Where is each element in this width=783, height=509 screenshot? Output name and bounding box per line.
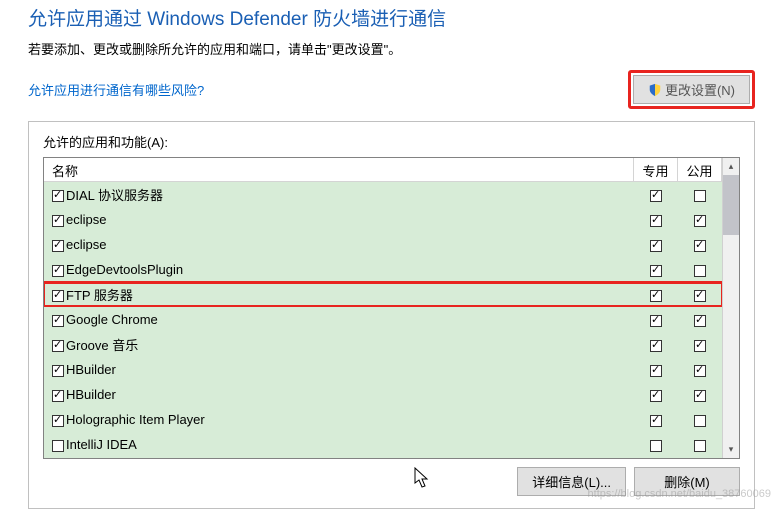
- enable-checkbox[interactable]: [52, 365, 64, 377]
- private-checkbox[interactable]: [650, 265, 662, 277]
- public-checkbox[interactable]: [694, 440, 706, 452]
- private-checkbox[interactable]: [650, 365, 662, 377]
- private-checkbox[interactable]: [650, 190, 662, 202]
- public-checkbox[interactable]: [694, 390, 706, 402]
- app-name-cell: EdgeDevtoolsPlugin: [66, 262, 634, 277]
- panel-label: 允许的应用和功能(A):: [43, 132, 740, 151]
- enable-checkbox[interactable]: [52, 340, 64, 352]
- highlight-change-settings: 更改设置(N): [628, 70, 755, 109]
- private-checkbox[interactable]: [650, 390, 662, 402]
- private-checkbox[interactable]: [650, 315, 662, 327]
- change-settings-button[interactable]: 更改设置(N): [633, 75, 750, 104]
- table-row[interactable]: Google Chrome: [44, 307, 722, 332]
- app-name-cell: DIAL 协议服务器: [66, 185, 634, 204]
- scroll-thumb[interactable]: [723, 175, 739, 235]
- enable-checkbox[interactable]: [52, 290, 64, 302]
- app-name-cell: Google Chrome: [66, 312, 634, 327]
- remove-button[interactable]: 删除(M): [634, 467, 740, 496]
- enable-checkbox[interactable]: [52, 240, 64, 252]
- app-name-cell: eclipse: [66, 212, 634, 227]
- app-name-cell: HBuilder: [66, 362, 634, 377]
- app-name-cell: FTP 服务器: [66, 285, 634, 304]
- table-row[interactable]: IntelliJ IDEA: [44, 432, 722, 457]
- table-row[interactable]: eclipse: [44, 232, 722, 257]
- enable-checkbox[interactable]: [52, 265, 64, 277]
- scroll-down-button[interactable]: ▾: [723, 441, 739, 458]
- public-checkbox[interactable]: [694, 340, 706, 352]
- table-header: 名称 专用 公用: [44, 158, 722, 182]
- table-row[interactable]: Groove 音乐: [44, 332, 722, 357]
- app-name-cell: eclipse: [66, 237, 634, 252]
- enable-checkbox[interactable]: [52, 415, 64, 427]
- apps-table: 名称 专用 公用 DIAL 协议服务器 eclipse eclipse EdgeDev…: [43, 157, 740, 459]
- table-row[interactable]: HBuilder: [44, 357, 722, 382]
- app-name-cell: IntelliJ IDEA: [66, 437, 634, 452]
- private-checkbox[interactable]: [650, 240, 662, 252]
- change-settings-label: 更改设置(N): [665, 80, 735, 99]
- public-checkbox[interactable]: [694, 265, 706, 277]
- private-checkbox[interactable]: [650, 215, 662, 227]
- public-checkbox[interactable]: [694, 315, 706, 327]
- table-row[interactable]: Internet 连接共享: [44, 457, 722, 458]
- private-checkbox[interactable]: [650, 340, 662, 352]
- vertical-scrollbar[interactable]: ▴ ▾: [722, 158, 739, 458]
- shield-icon: [648, 83, 662, 97]
- public-checkbox[interactable]: [694, 365, 706, 377]
- enable-checkbox[interactable]: [52, 190, 64, 202]
- app-name-cell: HBuilder: [66, 387, 634, 402]
- table-row[interactable]: EdgeDevtoolsPlugin: [44, 257, 722, 282]
- details-button[interactable]: 详细信息(L)...: [517, 467, 626, 496]
- table-row[interactable]: Holographic Item Player: [44, 407, 722, 432]
- private-checkbox[interactable]: [650, 415, 662, 427]
- table-row[interactable]: eclipse: [44, 207, 722, 232]
- private-checkbox[interactable]: [650, 440, 662, 452]
- col-header-name[interactable]: 名称: [44, 158, 634, 181]
- enable-checkbox[interactable]: [52, 440, 64, 452]
- app-name-cell: Holographic Item Player: [66, 412, 634, 427]
- table-row[interactable]: FTP 服务器: [44, 282, 722, 307]
- public-checkbox[interactable]: [694, 190, 706, 202]
- scroll-up-button[interactable]: ▴: [723, 158, 739, 175]
- scroll-track[interactable]: [723, 175, 739, 441]
- public-checkbox[interactable]: [694, 290, 706, 302]
- enable-checkbox[interactable]: [52, 315, 64, 327]
- page-subtitle: 若要添加、更改或删除所允许的应用和端口，请单击"更改设置"。: [28, 39, 755, 58]
- col-header-public[interactable]: 公用: [678, 158, 722, 181]
- public-checkbox[interactable]: [694, 415, 706, 427]
- table-row[interactable]: DIAL 协议服务器: [44, 182, 722, 207]
- risk-link[interactable]: 允许应用进行通信有哪些风险?: [28, 80, 204, 99]
- col-header-private[interactable]: 专用: [634, 158, 678, 181]
- public-checkbox[interactable]: [694, 240, 706, 252]
- app-name-cell: Groove 音乐: [66, 335, 634, 354]
- table-row[interactable]: HBuilder: [44, 382, 722, 407]
- allowed-apps-panel: 允许的应用和功能(A): 名称 专用 公用 DIAL 协议服务器 eclipse e…: [28, 121, 755, 509]
- public-checkbox[interactable]: [694, 215, 706, 227]
- page-title: 允许应用通过 Windows Defender 防火墙进行通信: [28, 4, 755, 31]
- enable-checkbox[interactable]: [52, 215, 64, 227]
- enable-checkbox[interactable]: [52, 390, 64, 402]
- private-checkbox[interactable]: [650, 290, 662, 302]
